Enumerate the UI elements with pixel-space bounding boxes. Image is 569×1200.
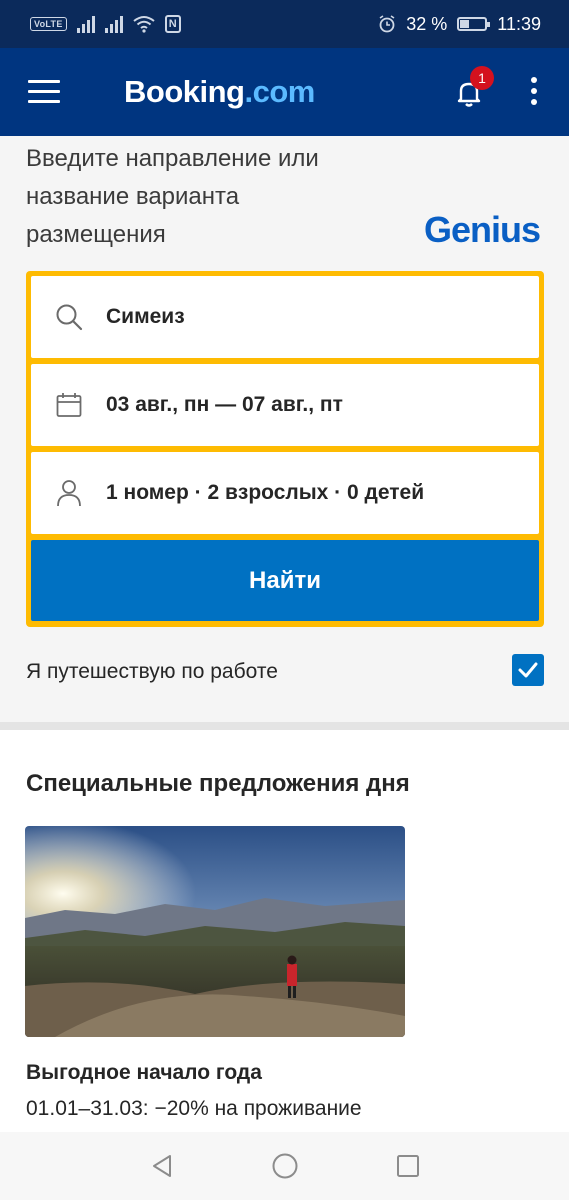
deal-description: 01.01–31.03: −20% на проживание — [26, 1097, 362, 1120]
guests-field[interactable]: 1 номер · 2 взрослых · 0 детей — [31, 452, 539, 534]
notification-badge: 1 — [470, 66, 494, 90]
deal-name[interactable]: Выгодное начало года — [26, 1061, 262, 1085]
nfc-icon: N — [164, 15, 181, 33]
home-button[interactable] — [265, 1146, 305, 1186]
back-button[interactable] — [142, 1146, 182, 1186]
booking-logo: Booking.com — [124, 74, 315, 109]
destination-value: Симеиз — [106, 305, 185, 328]
home-circle-icon — [272, 1153, 297, 1179]
search-icon — [56, 304, 82, 331]
deals-title: Специальные предложения дня — [26, 770, 410, 797]
destination-field[interactable]: Симеиз — [31, 276, 539, 358]
status-bar-right: 32 % 11:39 — [378, 14, 541, 35]
calendar-icon — [56, 393, 81, 417]
business-trip-label: Я путешествую по работе — [26, 660, 278, 683]
recents-square-icon — [396, 1155, 419, 1177]
alarm-icon — [379, 15, 395, 33]
person-icon — [56, 480, 81, 507]
signal-icon-sim2 — [104, 15, 123, 33]
search-section: Введите направление или название вариант… — [0, 136, 569, 722]
clock: 11:39 — [497, 13, 541, 34]
guests-value: 1 номер · 2 взрослых · 0 детей — [106, 481, 425, 504]
checkmark-icon — [518, 662, 538, 678]
back-triangle-icon — [152, 1155, 171, 1177]
genius-logo: Genius — [424, 209, 541, 250]
more-options-icon[interactable] — [528, 77, 540, 109]
search-button[interactable]: Найти — [31, 540, 539, 621]
search-heading: Введите направление или название вариант… — [26, 145, 319, 248]
deal-image[interactable] — [25, 826, 405, 1037]
app-bar: Booking.com 1 — [0, 48, 569, 136]
battery-percent: 32 % — [406, 13, 448, 34]
battery-icon — [457, 17, 491, 31]
deal-photo — [25, 826, 405, 1037]
status-bar: VoLTE N 32 % 11:39 — [0, 0, 569, 48]
menu-icon[interactable] — [28, 80, 60, 104]
signal-icon — [76, 15, 95, 33]
system-nav-bar — [0, 1132, 569, 1200]
search-form: Симеиз 03 авг., пн — 07 авг., пт 1 номер… — [26, 271, 544, 627]
dates-field[interactable]: 03 авг., пн — 07 авг., пт — [31, 364, 539, 446]
volte-indicator: VoLTE — [30, 17, 67, 31]
wifi-icon — [133, 16, 155, 33]
dates-value: 03 авг., пн — 07 авг., пт — [106, 393, 343, 416]
status-bar-left: VoLTE N — [30, 15, 181, 33]
section-divider — [0, 722, 569, 730]
business-trip-checkbox[interactable] — [512, 654, 544, 686]
recents-button[interactable] — [388, 1146, 428, 1186]
